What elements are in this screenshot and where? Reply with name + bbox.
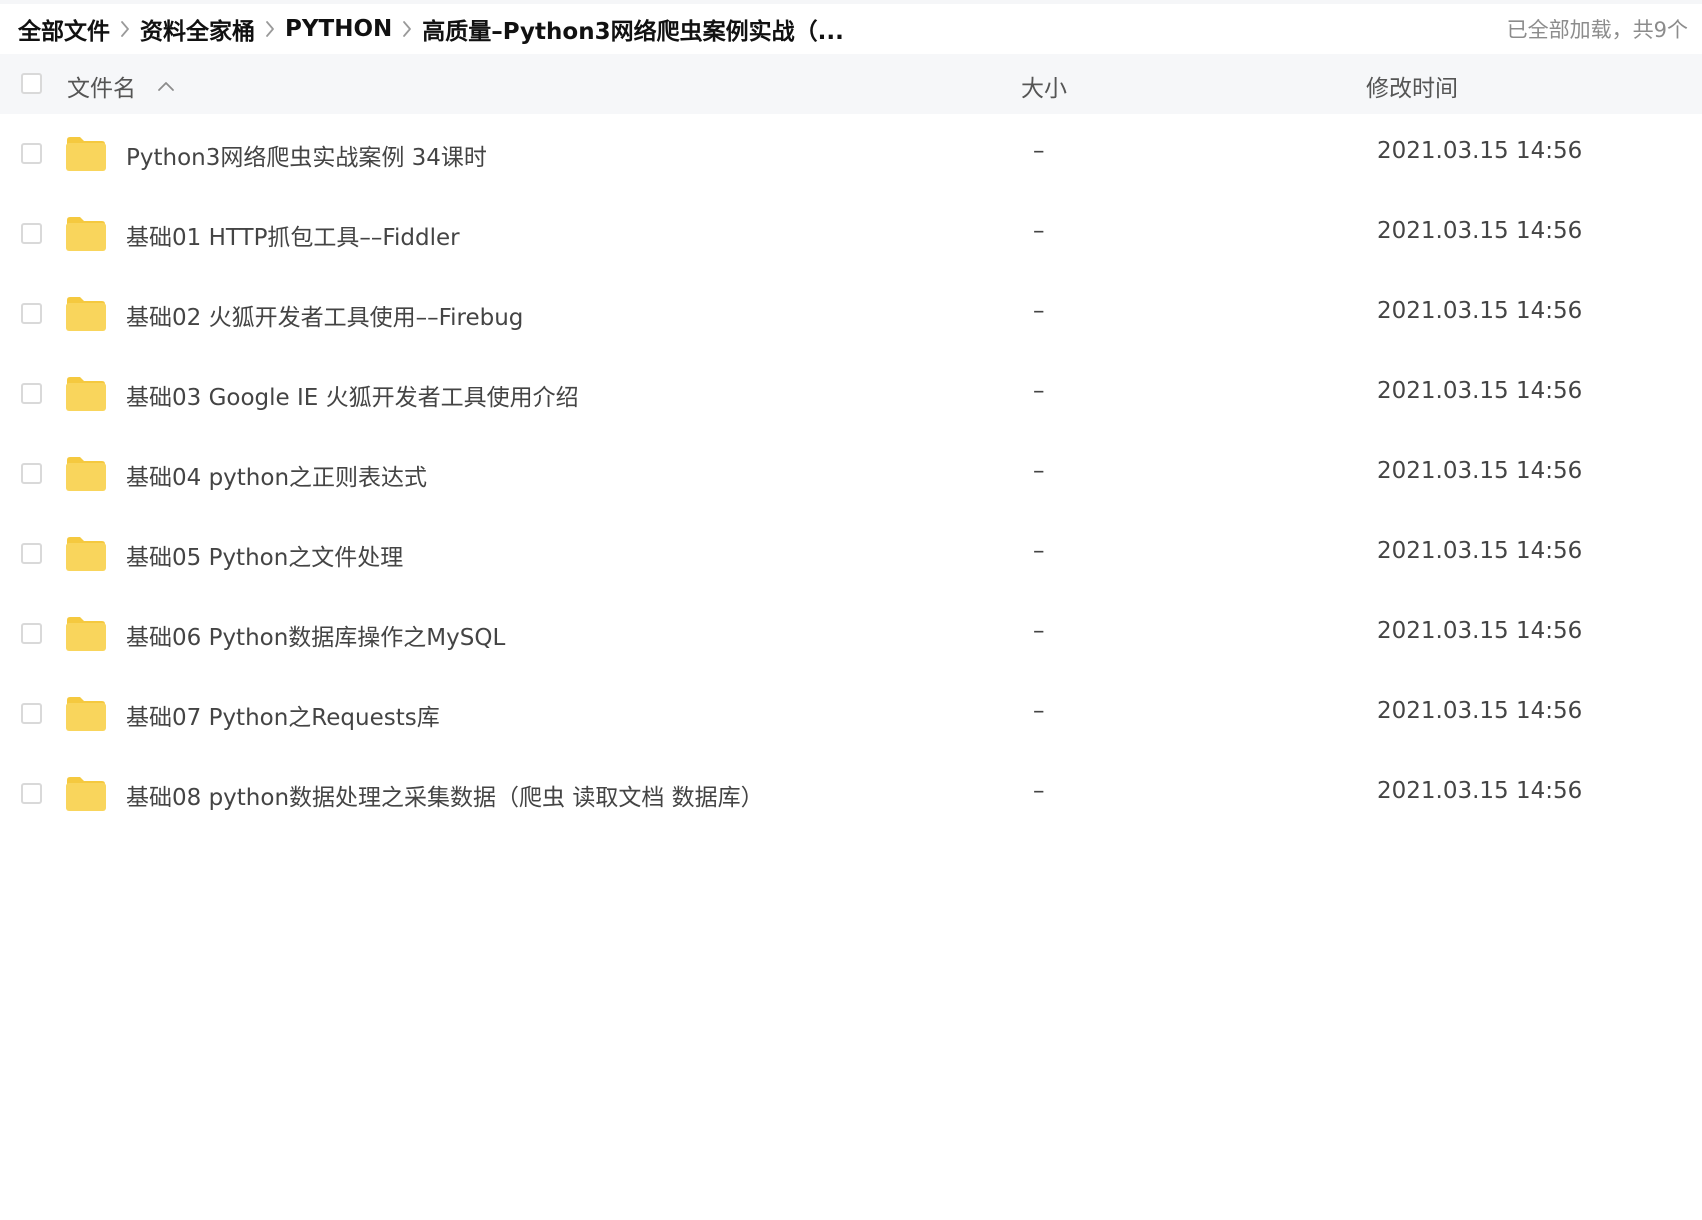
breadcrumb-item-python[interactable]: PYTHON [285, 16, 392, 42]
file-row[interactable]: 基础07 Python之Requests库 – 2021.03.15 14:56 [0, 674, 1702, 754]
file-modified-time: 2021.03.15 14:56 [1377, 458, 1583, 484]
file-modified-time: 2021.03.15 14:56 [1377, 778, 1583, 804]
file-modified-time: 2021.03.15 14:56 [1377, 298, 1583, 324]
breadcrumb-item-all-files[interactable]: 全部文件 [18, 12, 110, 46]
file-name[interactable]: 基础04 python之正则表达式 [126, 458, 427, 492]
breadcrumb-current-folder: 高质量–Python3网络爬虫案例实战（... [422, 19, 844, 45]
file-modified-time: 2021.03.15 14:56 [1377, 138, 1583, 164]
row-checkbox[interactable] [21, 143, 42, 164]
column-header-name[interactable]: 文件名 [67, 69, 176, 103]
file-row[interactable]: 基础02 火狐开发者工具使用––Firebug – 2021.03.15 14:… [0, 274, 1702, 354]
row-checkbox[interactable] [21, 783, 42, 804]
file-size: – [1033, 298, 1045, 324]
file-name[interactable]: 基础01 HTTP抓包工具––Fiddler [126, 218, 460, 252]
row-checkbox[interactable] [21, 223, 42, 244]
folder-icon [66, 217, 106, 251]
breadcrumb-bar: 全部文件 资料全家桶 PYTHON 高质量–Python3网络爬虫案例实战（..… [0, 4, 1702, 54]
row-checkbox[interactable] [21, 543, 42, 564]
file-size: – [1033, 778, 1045, 804]
file-row[interactable]: 基础03 Google IE 火狐开发者工具使用介绍 – 2021.03.15 … [0, 354, 1702, 434]
row-checkbox[interactable] [21, 623, 42, 644]
folder-icon [66, 697, 106, 731]
column-header-size[interactable]: 大小 [1021, 69, 1067, 103]
row-checkbox[interactable] [21, 383, 42, 404]
folder-icon [66, 377, 106, 411]
file-size: – [1033, 138, 1045, 164]
load-status: 已全部加载，共9个 [1506, 18, 1688, 42]
row-checkbox[interactable] [21, 463, 42, 484]
file-row[interactable]: 基础01 HTTP抓包工具––Fiddler – 2021.03.15 14:5… [0, 194, 1702, 274]
file-name[interactable]: 基础07 Python之Requests库 [126, 698, 440, 732]
file-modified-time: 2021.03.15 14:56 [1377, 538, 1583, 564]
file-name[interactable]: 基础05 Python之文件处理 [126, 538, 403, 572]
chevron-up-icon[interactable] [156, 79, 176, 93]
file-browser: 全部文件 资料全家桶 PYTHON 高质量–Python3网络爬虫案例实战（..… [0, 0, 1702, 1220]
file-size: – [1033, 698, 1045, 724]
column-header-modified-time[interactable]: 修改时间 [1366, 69, 1458, 103]
file-row[interactable]: 基础05 Python之文件处理 – 2021.03.15 14:56 [0, 514, 1702, 594]
file-name[interactable]: 基础08 python数据处理之采集数据（爬虫 读取文档 数据库） [126, 778, 764, 812]
file-row[interactable]: 基础04 python之正则表达式 – 2021.03.15 14:56 [0, 434, 1702, 514]
file-row[interactable]: 基础08 python数据处理之采集数据（爬虫 读取文档 数据库） – 2021… [0, 754, 1702, 834]
chevron-right-icon [110, 14, 140, 44]
select-all-checkbox[interactable] [21, 73, 42, 94]
file-row[interactable]: 基础06 Python数据库操作之MySQL – 2021.03.15 14:5… [0, 594, 1702, 674]
folder-icon [66, 457, 106, 491]
column-header-name-label: 文件名 [67, 76, 136, 102]
folder-icon [66, 297, 106, 331]
folder-icon [66, 617, 106, 651]
file-name[interactable]: Python3网络爬虫实战案例 34课时 [126, 138, 487, 172]
chevron-right-icon [392, 14, 422, 44]
file-size: – [1033, 618, 1045, 644]
chevron-right-icon [255, 14, 285, 44]
folder-icon [66, 137, 106, 171]
row-checkbox[interactable] [21, 703, 42, 724]
file-modified-time: 2021.03.15 14:56 [1377, 618, 1583, 644]
file-size: – [1033, 218, 1045, 244]
file-modified-time: 2021.03.15 14:56 [1377, 378, 1583, 404]
file-modified-time: 2021.03.15 14:56 [1377, 698, 1583, 724]
file-name[interactable]: 基础06 Python数据库操作之MySQL [126, 618, 505, 652]
breadcrumb-item-resources[interactable]: 资料全家桶 [140, 12, 255, 46]
file-name[interactable]: 基础03 Google IE 火狐开发者工具使用介绍 [126, 378, 579, 412]
file-size: – [1033, 458, 1045, 484]
file-row[interactable]: Python3网络爬虫实战案例 34课时 – 2021.03.15 14:56 [0, 114, 1702, 194]
file-modified-time: 2021.03.15 14:56 [1377, 218, 1583, 244]
file-size: – [1033, 538, 1045, 564]
file-size: – [1033, 378, 1045, 404]
file-list: Python3网络爬虫实战案例 34课时 – 2021.03.15 14:56 … [0, 114, 1702, 834]
folder-icon [66, 537, 106, 571]
breadcrumb: 全部文件 资料全家桶 PYTHON 高质量–Python3网络爬虫案例实战（..… [18, 12, 844, 46]
folder-icon [66, 777, 106, 811]
file-name[interactable]: 基础02 火狐开发者工具使用––Firebug [126, 298, 523, 332]
list-header: 文件名 大小 修改时间 [0, 54, 1702, 114]
row-checkbox[interactable] [21, 303, 42, 324]
